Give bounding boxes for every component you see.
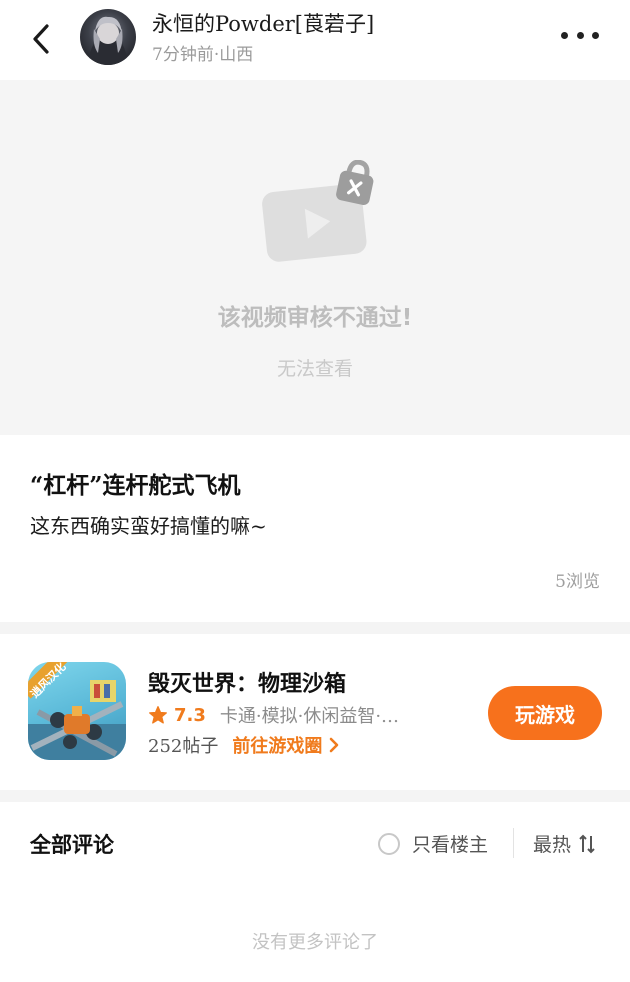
section-divider [0,622,630,634]
game-rating-row: 7.3 卡通·模拟·休闲益智·… [148,702,448,728]
game-posts-row: 252帖子 前往游戏圈 [148,732,340,758]
game-icon[interactable]: 逍风汉化 [28,662,126,760]
divider [513,828,514,858]
video-status-title: 该视频审核不通过! [217,305,413,331]
star-icon [149,706,167,724]
op-only-label: 只看楼主 [412,834,489,856]
sort-label: 最热 [533,834,572,856]
op-only-toggle[interactable]: 只看楼主 [378,830,488,857]
avatar[interactable] [80,9,136,65]
top-bar: 永恒的Powder[莨菪子] 7分钟前·山西 [0,0,630,80]
back-button[interactable] [24,20,58,58]
comments-header: 全部评论 只看楼主 最热 [0,802,630,884]
game-post-count: 252帖子 [148,736,219,757]
op-only-radio[interactable] [378,832,400,855]
sort-toggle[interactable]: 最热 [533,830,595,857]
more-button[interactable] [555,20,605,50]
no-more-comments: 没有更多评论了 [252,932,378,953]
game-circle-link[interactable]: 前往游戏圈 [232,732,340,758]
game-card[interactable]: 逍风汉化 毁灭世界：物理沙箱 7.3 卡通·模拟·休闲益智·… 252帖子 前往… [0,634,630,790]
more-dots-icon [561,31,568,39]
play-game-button[interactable]: 玩游戏 [488,686,602,740]
back-arrow-icon [33,24,49,54]
game-rating-value: 7.3 [174,704,206,726]
game-name[interactable]: 毁灭世界：物理沙箱 [148,666,346,698]
chevron-right-icon [330,737,339,753]
view-count: 5浏览 [555,572,600,592]
avatar-image [88,16,128,65]
game-tags: 卡通·模拟·休闲益智·… [219,706,400,727]
video-status-subtitle: 无法查看 [276,358,353,380]
username[interactable]: 永恒的Powder[莨菪子] [152,8,374,38]
post-title: “杠杆”连杆舵式飞机 [30,472,241,499]
post-body: 这东西确实蛮好搞懂的嘛~ [30,514,267,538]
sort-arrows-icon [579,834,595,853]
video-locked-icon [262,160,374,262]
post-time-location: 7分钟前·山西 [152,45,254,65]
comments-title: 全部评论 [30,832,114,857]
section-divider [0,790,630,802]
game-circle-link-label: 前往游戏圈 [232,736,323,757]
